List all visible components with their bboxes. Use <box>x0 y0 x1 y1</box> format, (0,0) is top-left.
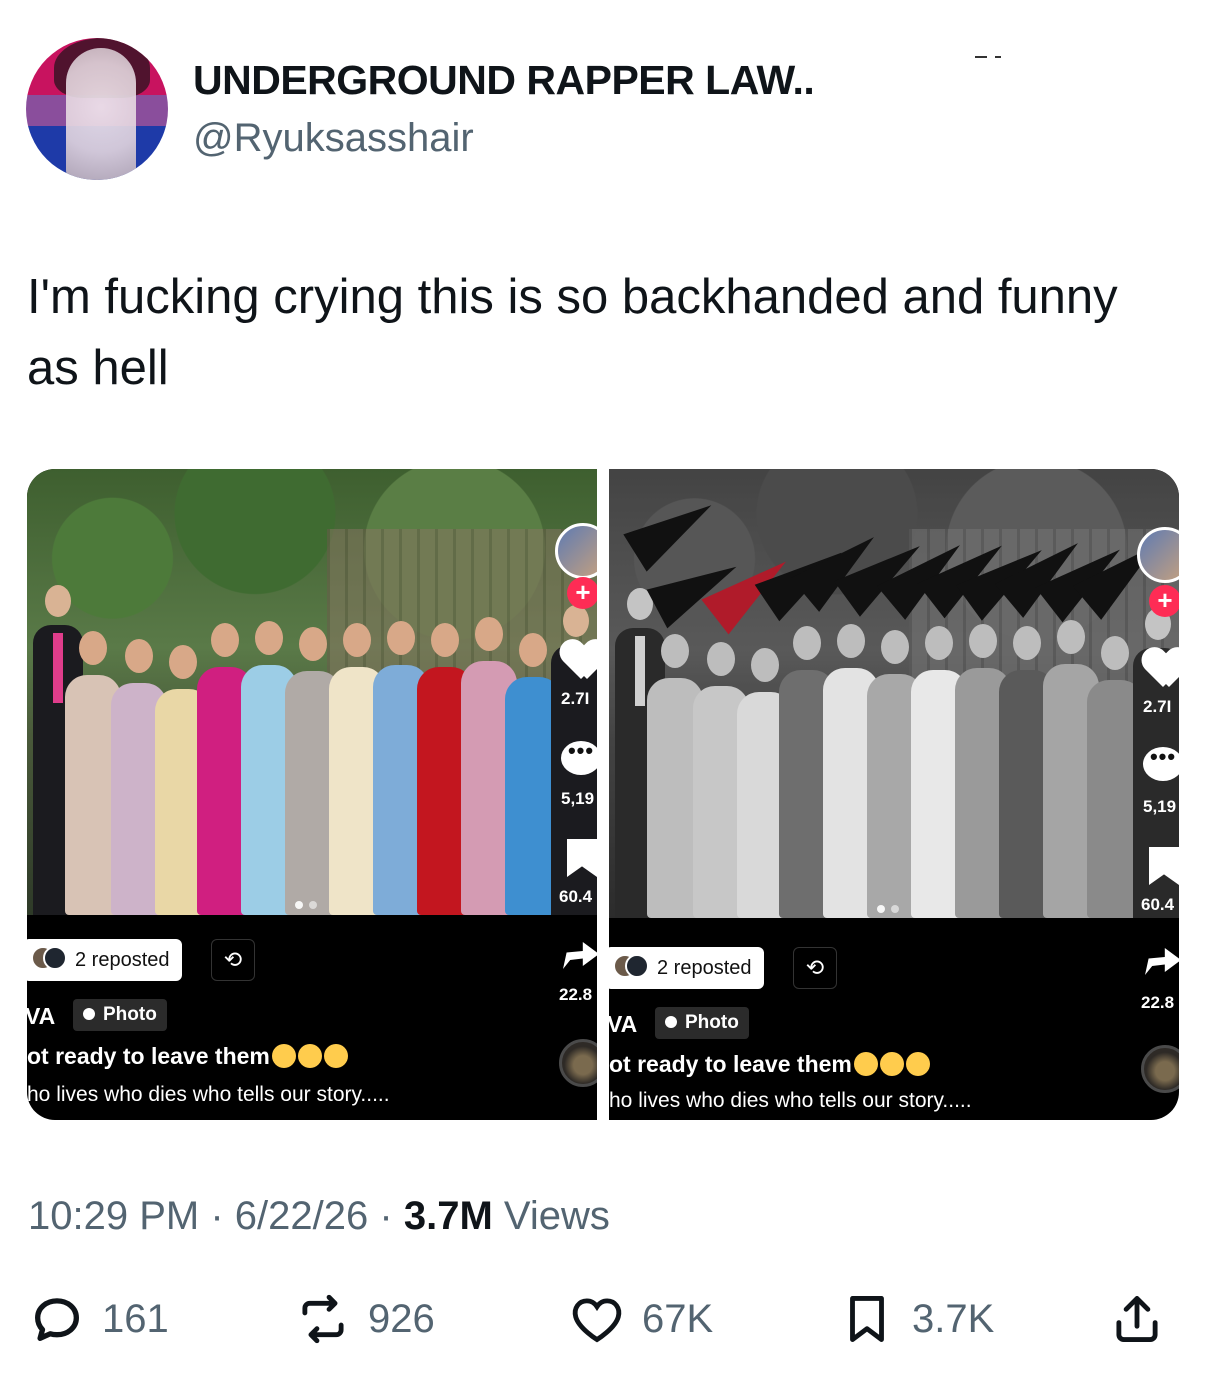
meta-separator: · <box>379 1194 393 1238</box>
prom-photo-color <box>27 469 597 915</box>
boy-figure <box>551 605 597 915</box>
tweet-date[interactable]: 6/22/26 <box>235 1194 368 1238</box>
bookmark-button[interactable]: 3.7K <box>838 1290 994 1348</box>
media-panel-right[interactable]: + 2.7I ••• 5,19 60.4 22.8 2 reposted ⟲ V… <box>609 469 1179 1120</box>
post-caption: ot ready to leave them <box>27 1043 348 1070</box>
photo-badge: Photo <box>655 1007 749 1039</box>
meta-separator: · <box>210 1194 224 1238</box>
caption-text: ot ready to leave them <box>609 1051 852 1077</box>
repost-icon <box>302 1294 344 1344</box>
comment-bubble-icon[interactable]: ••• <box>561 740 597 775</box>
reposter-avatars <box>613 954 649 982</box>
display-name[interactable]: UNDERGROUND RAPPER LAW.. <box>193 57 815 104</box>
carousel-dots <box>295 901 317 909</box>
views-count: 3.7M <box>403 1194 493 1238</box>
post-caption: ot ready to leave them <box>609 1051 930 1078</box>
crying-emoji-icon <box>323 1044 348 1068</box>
carousel-dots <box>877 905 899 913</box>
reply-count: 161 <box>102 1296 169 1341</box>
comment-count: 5,19 <box>561 789 595 808</box>
share-count: 22.8 <box>1141 993 1175 1012</box>
stray-mark <box>975 56 1003 59</box>
action-bar: 161 926 67K 3.7K <box>0 1290 1206 1360</box>
repost-button[interactable]: 926 <box>294 1290 435 1348</box>
reposted-pill[interactable]: 2 reposted <box>609 947 764 989</box>
follow-plus-icon[interactable]: + <box>1149 585 1179 617</box>
profile-avatar[interactable] <box>26 38 168 180</box>
repost-icon[interactable]: ⟲ <box>793 947 837 989</box>
heart-icon <box>572 1298 622 1343</box>
like-heart-icon[interactable] <box>561 641 597 681</box>
reposted-label: 2 reposted <box>75 948 170 971</box>
reposted-pill[interactable]: 2 reposted <box>27 939 182 981</box>
repost-count: 926 <box>368 1296 435 1341</box>
follow-plus-icon[interactable]: + <box>567 577 597 609</box>
photo-badge: Photo <box>73 999 167 1031</box>
like-button[interactable]: 67K <box>568 1290 713 1348</box>
comment-bubble-icon[interactable]: ••• <box>1143 746 1179 781</box>
reply-button[interactable]: 161 <box>28 1290 169 1348</box>
share-count: 22.8 <box>559 985 593 1004</box>
like-count: 2.7I <box>1143 697 1172 716</box>
prom-photo-grayscale <box>609 469 1179 918</box>
crying-emoji-icon <box>879 1052 904 1076</box>
like-heart-icon[interactable] <box>1143 649 1179 689</box>
like-count: 67K <box>642 1296 714 1341</box>
tweet-time[interactable]: 10:29 PM <box>28 1194 199 1238</box>
crying-emoji-icon <box>297 1044 322 1068</box>
bookmark-icon <box>850 1296 884 1342</box>
save-count: 60.4 <box>559 887 593 906</box>
music-disc-icon[interactable] <box>559 1039 597 1087</box>
pink-tie <box>53 633 63 703</box>
crying-emoji-icon <box>853 1052 878 1076</box>
tie <box>635 636 645 706</box>
post-subcaption: ho lives who dies who tells our story...… <box>27 1083 390 1106</box>
media-panel-left[interactable]: + 2.7I ••• 5,19 60.4 22.8 2 reposted ⟲ V… <box>27 469 597 1120</box>
reposted-label: 2 reposted <box>657 956 752 979</box>
caption-text: ot ready to leave them <box>27 1043 270 1069</box>
reply-icon <box>35 1298 79 1341</box>
like-count: 2.7I <box>561 689 590 708</box>
tweet-meta: 10:29 PM · 6/22/26 · 3.7M Views <box>28 1194 610 1239</box>
post-subcaption: ho lives who dies who tells our story...… <box>609 1089 972 1112</box>
bookmark-count: 3.7K <box>912 1296 995 1341</box>
user-handle[interactable]: @Ryuksasshair <box>193 116 474 161</box>
crying-emoji-icon <box>271 1044 296 1068</box>
music-disc-icon[interactable] <box>1141 1045 1179 1093</box>
tweet-text: I'm fucking crying this is so backhanded… <box>27 270 1118 395</box>
share-arrow-icon[interactable] <box>1145 948 1179 975</box>
share-icon <box>1116 1296 1158 1342</box>
save-count: 60.4 <box>1141 895 1175 914</box>
repost-icon[interactable]: ⟲ <box>211 939 255 981</box>
views-label: Views <box>503 1194 610 1238</box>
reposter-avatars <box>31 946 67 974</box>
share-button[interactable] <box>1108 1290 1166 1348</box>
tiktok-username[interactable]: VA <box>27 1003 55 1030</box>
avatar-face <box>66 48 136 180</box>
crying-emoji-icon <box>905 1052 930 1076</box>
tiktok-username[interactable]: VA <box>609 1011 637 1038</box>
tweet-media[interactable]: + 2.7I ••• 5,19 60.4 22.8 2 reposted ⟲ V… <box>27 469 1179 1120</box>
share-arrow-icon[interactable] <box>563 942 597 969</box>
comment-count: 5,19 <box>1143 797 1177 816</box>
